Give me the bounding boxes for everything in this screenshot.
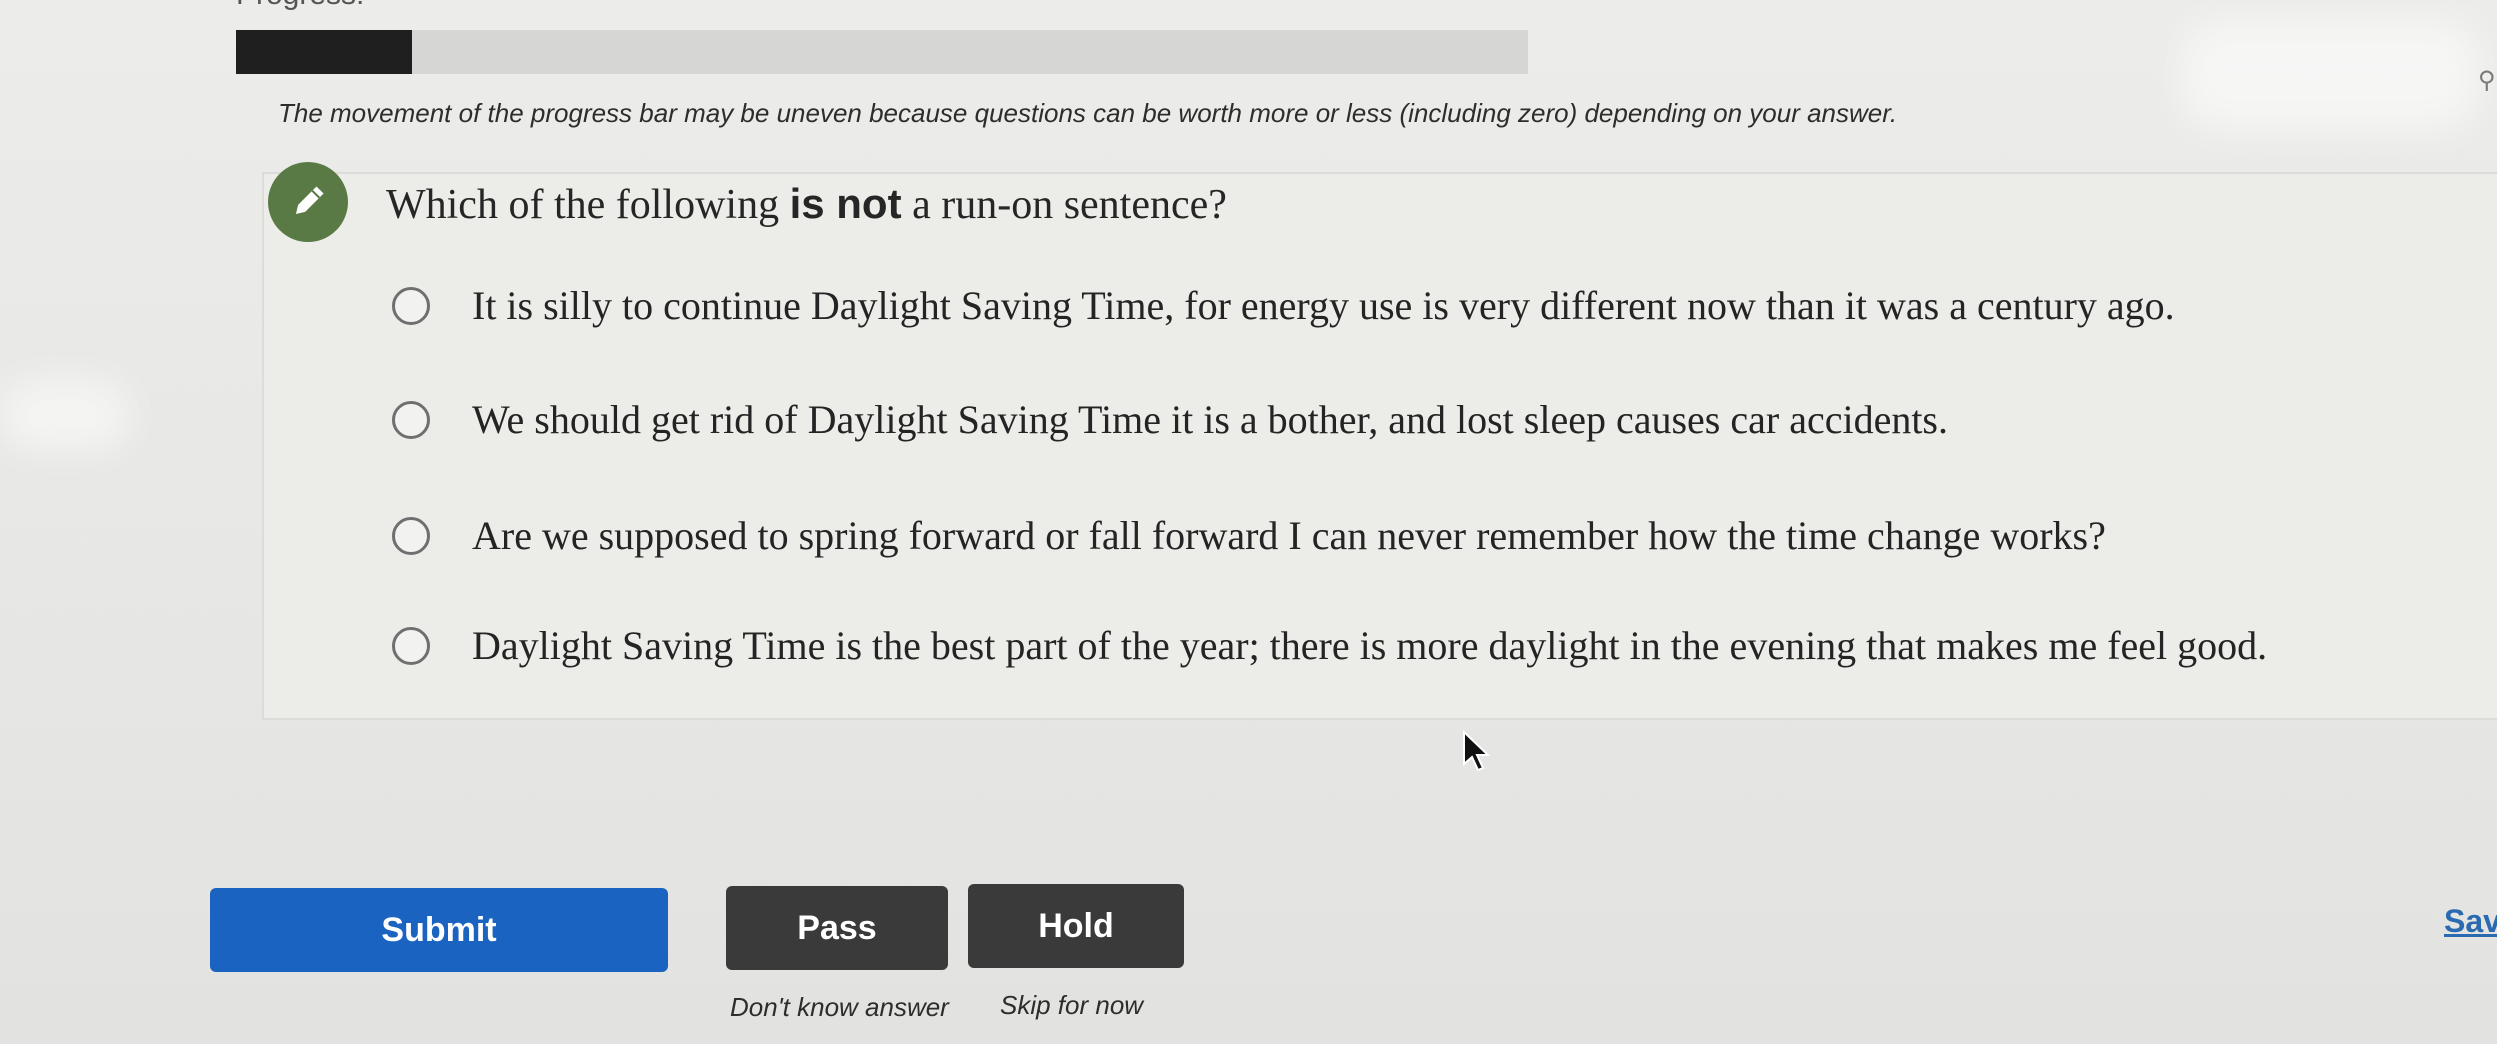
answer-option-2[interactable]: We should get rid of Daylight Saving Tim… bbox=[392, 396, 1948, 443]
hold-button[interactable]: Hold bbox=[968, 884, 1184, 968]
answer-option-text: Are we supposed to spring forward or fal… bbox=[472, 513, 2106, 558]
progress-bar-fill bbox=[236, 30, 412, 74]
screen-glare bbox=[0, 380, 130, 450]
progress-note: The movement of the progress bar may be … bbox=[278, 98, 1898, 128]
question-emphasis: is not bbox=[789, 180, 902, 227]
progress-label: Progress: bbox=[236, 0, 364, 12]
mouse-cursor-icon bbox=[1463, 730, 1491, 772]
answer-option-text: It is silly to continue Daylight Saving … bbox=[472, 283, 2175, 328]
answer-option-4[interactable]: Daylight Saving Time is the best part of… bbox=[392, 622, 2267, 669]
answer-option-1[interactable]: It is silly to continue Daylight Saving … bbox=[392, 282, 2175, 329]
progress-bar bbox=[236, 30, 1528, 74]
screen-glare bbox=[2180, 20, 2480, 130]
pass-button[interactable]: Pass bbox=[726, 886, 948, 970]
radio-button[interactable] bbox=[392, 516, 430, 555]
pass-hint: Don't know answer bbox=[730, 992, 949, 1022]
question-text: Which of the following is not a run-on s… bbox=[386, 180, 1227, 229]
radio-button[interactable] bbox=[392, 286, 430, 325]
radio-button[interactable] bbox=[392, 400, 430, 439]
save-link[interactable]: Sav bbox=[2444, 903, 2497, 940]
search-icon[interactable]: ⚲ bbox=[2478, 66, 2496, 95]
question-text-start: Which of the following bbox=[386, 182, 790, 228]
hold-hint: Skip for now bbox=[1000, 990, 1144, 1020]
submit-button[interactable]: Submit bbox=[210, 888, 668, 972]
question-text-end: a run-on sentence? bbox=[901, 182, 1227, 228]
pencil-icon bbox=[268, 162, 348, 242]
radio-button[interactable] bbox=[392, 626, 430, 665]
answer-option-text: We should get rid of Daylight Saving Tim… bbox=[472, 397, 1948, 442]
pencil-icon-glyph bbox=[295, 186, 324, 215]
answer-option-3[interactable]: Are we supposed to spring forward or fal… bbox=[392, 512, 2106, 559]
answer-option-text: Daylight Saving Time is the best part of… bbox=[472, 623, 2268, 668]
